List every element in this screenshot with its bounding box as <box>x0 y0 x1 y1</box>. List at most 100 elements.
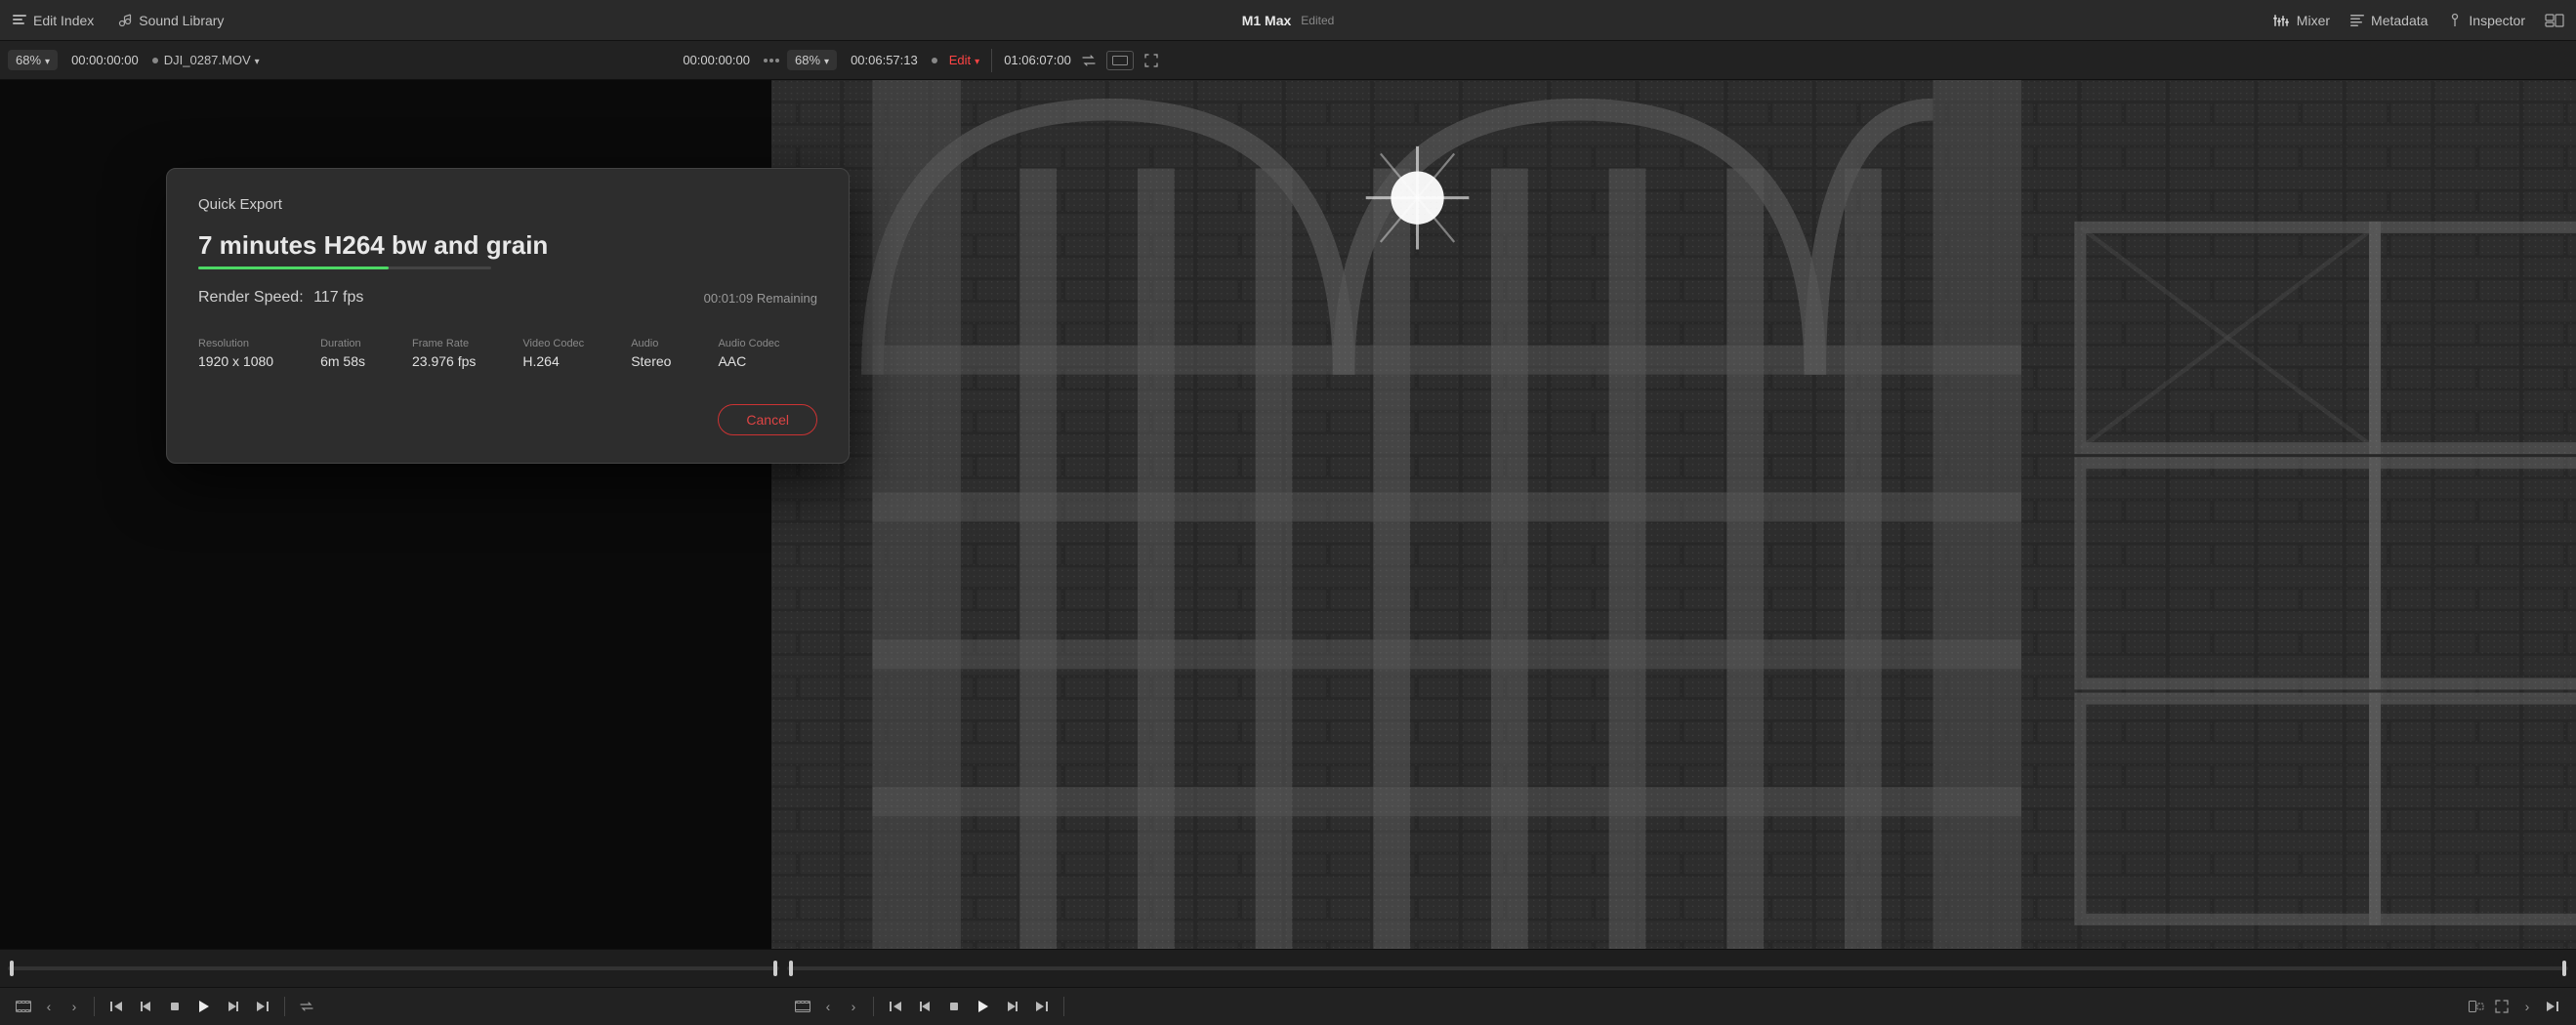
film-icon <box>16 1001 31 1012</box>
meta-framerate: Frame Rate 23.976 fps <box>412 338 476 369</box>
loop-icon <box>1081 53 1097 68</box>
filename-selector[interactable]: DJI_0287.MOV <box>164 53 260 67</box>
step-back-icon-r <box>919 1001 931 1012</box>
step-back-button[interactable] <box>132 993 159 1020</box>
zoom-chevron-left <box>45 53 50 67</box>
audio-codec-value: AAC <box>718 353 779 369</box>
go-end-icon <box>256 1001 270 1012</box>
go-to-end-button[interactable] <box>249 993 276 1020</box>
scrubber-track-right[interactable] <box>787 966 2568 970</box>
transport-sep-r1 <box>873 997 874 1016</box>
play-icon <box>198 1000 210 1013</box>
transport-bar: ‹ › <box>0 988 2576 1025</box>
meta-resolution: Resolution 1920 x 1080 <box>198 338 273 369</box>
top-bar-title: M1 Max Edited <box>1242 13 1335 28</box>
aspect-ratio-button[interactable] <box>1106 51 1134 70</box>
scrubber-left <box>8 950 779 987</box>
edit-index-icon <box>12 13 27 28</box>
scrubber-handle-left[interactable] <box>10 961 14 976</box>
timecode-center: 00:00:00:00 <box>675 50 758 70</box>
scrubber-bar <box>0 949 2576 988</box>
go-end-r[interactable] <box>1028 993 1056 1020</box>
zoom-value-right: 68% <box>795 53 820 67</box>
play-icon-r <box>977 1000 989 1013</box>
tc-left: 68% 00:00:00:00 DJI_0287.MOV 00:00:00:00 <box>8 50 779 70</box>
skip-end-icon[interactable] <box>2541 995 2564 1018</box>
scrubber-handle-right[interactable] <box>773 961 777 976</box>
inspector-button[interactable]: Inspector <box>2447 13 2525 28</box>
metadata-label: Metadata <box>2371 13 2428 28</box>
zoom-selector-left[interactable]: 68% <box>8 50 58 70</box>
top-bar: Edit Index Sound Library M1 Max Edited <box>0 0 2576 41</box>
window-controls[interactable] <box>2545 13 2564 28</box>
step-back-r[interactable] <box>911 993 938 1020</box>
dialog-actions: Cancel <box>198 404 817 435</box>
duration-display: 00:06:57:13 <box>843 50 926 70</box>
step-forward-r[interactable] <box>999 993 1026 1020</box>
step-forward-button[interactable] <box>220 993 247 1020</box>
transport-sep-2 <box>284 997 285 1016</box>
zoom-chevron-right <box>824 53 829 67</box>
progress-bar-fill <box>198 266 389 269</box>
render-speed: Render Speed: 117 fps <box>198 289 363 307</box>
resize-left-svg <box>2469 1001 2484 1012</box>
resize-left-icon[interactable] <box>2465 995 2488 1018</box>
arrow-right-icon[interactable]: › <box>2515 995 2539 1018</box>
stop-icon-r <box>949 1002 959 1011</box>
edit-index-button[interactable]: Edit Index <box>12 13 94 28</box>
film-icon-button[interactable] <box>12 995 35 1018</box>
tc-right: 68% 00:06:57:13 Edit 01:06:07:00 <box>787 49 1163 72</box>
tc-dot-right <box>932 58 937 63</box>
chevron-left-icon-button[interactable]: ‹ <box>37 995 61 1018</box>
project-title: M1 Max <box>1242 13 1292 28</box>
edit-index-label: Edit Index <box>33 13 94 28</box>
sound-library-button[interactable]: Sound Library <box>117 13 224 28</box>
go-end-icon-r <box>1035 1001 1049 1012</box>
meta-row: Resolution 1920 x 1080 Duration 6m 58s F… <box>198 338 817 369</box>
mixer-icon <box>2273 13 2291 28</box>
meta-audio: Audio Stereo <box>631 338 671 369</box>
stop-button[interactable] <box>161 993 188 1020</box>
cancel-button[interactable]: Cancel <box>718 404 817 435</box>
dialog-title: Quick Export <box>198 196 817 213</box>
mixer-button[interactable]: Mixer <box>2273 13 2330 28</box>
edit-button[interactable]: Edit <box>949 53 979 67</box>
end-timecode: 01:06:07:00 <box>1004 53 1071 67</box>
chevron-left-r[interactable]: ‹ <box>816 995 840 1018</box>
step-back-icon <box>140 1001 151 1012</box>
filename-chevron <box>255 53 260 67</box>
export-name: 7 minutes H264 bw and grain <box>198 230 817 261</box>
go-start-r[interactable] <box>882 993 909 1020</box>
inspector-label: Inspector <box>2469 13 2525 28</box>
loop-transport-icon <box>299 1001 314 1012</box>
scrubber-track-left[interactable] <box>8 966 779 970</box>
progress-bar-container <box>198 266 491 269</box>
transport-right: ‹ › <box>791 993 2564 1020</box>
loop-button[interactable] <box>1077 49 1101 72</box>
top-bar-left: Edit Index Sound Library <box>12 13 224 28</box>
mixer-label: Mixer <box>2297 13 2330 28</box>
scrubber-handle-right-left[interactable] <box>789 961 793 976</box>
fullscreen-button[interactable] <box>1140 49 1163 72</box>
scrubber-handle-right-right[interactable] <box>2562 961 2566 976</box>
go-to-start-button[interactable] <box>103 993 130 1020</box>
metadata-button[interactable]: Metadata <box>2349 13 2428 28</box>
more-options[interactable] <box>764 59 779 62</box>
resolution-value: 1920 x 1080 <box>198 353 273 369</box>
render-speed-label: Render Speed: <box>198 289 304 306</box>
play-button[interactable] <box>190 993 218 1020</box>
chevron-right-icon-button[interactable]: › <box>62 995 86 1018</box>
zoom-selector-right[interactable]: 68% <box>787 50 837 70</box>
loop-transport-button[interactable] <box>293 993 320 1020</box>
tc-separator <box>991 49 992 72</box>
film-icon-button-r[interactable] <box>791 995 814 1018</box>
audio-label: Audio <box>631 338 671 349</box>
stop-icon <box>170 1002 180 1011</box>
zoom-value-left: 68% <box>16 53 41 67</box>
stop-r[interactable] <box>940 993 968 1020</box>
play-r[interactable] <box>970 993 997 1020</box>
expand-svg <box>2495 1000 2509 1013</box>
chevron-right-r[interactable]: › <box>842 995 865 1018</box>
expand-icon[interactable] <box>2490 995 2514 1018</box>
video-codec-label: Video Codec <box>522 338 584 349</box>
